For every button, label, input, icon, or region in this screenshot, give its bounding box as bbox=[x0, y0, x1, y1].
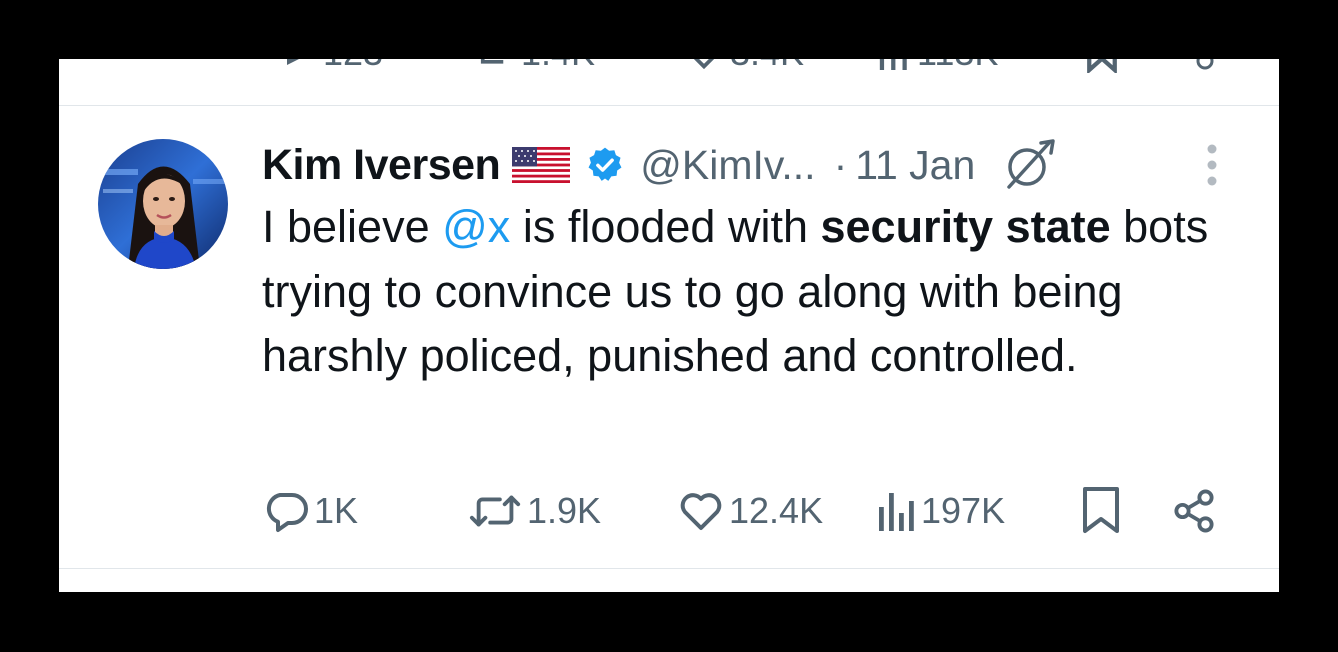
mention-link[interactable]: @x bbox=[442, 201, 510, 252]
tweet-header: Kim Iversen @KimIv... · 11 Jan bbox=[262, 137, 1057, 193]
prev-share-button[interactable] bbox=[1193, 59, 1217, 73]
verified-badge-icon bbox=[588, 147, 622, 181]
divider-bottom bbox=[59, 568, 1279, 569]
tweet-text-bold: security state bbox=[820, 201, 1111, 252]
reply-button[interactable]: 1K bbox=[262, 484, 358, 538]
prev-reply-count: 123 bbox=[323, 59, 383, 74]
avatar[interactable] bbox=[98, 139, 228, 269]
bookmark-icon bbox=[1087, 59, 1117, 73]
views-icon bbox=[879, 493, 914, 531]
timeline-panel: 123 1.4K 3.4K 113K bbox=[59, 59, 1279, 592]
view-count: 197K bbox=[921, 490, 1006, 531]
prev-bookmark-button[interactable] bbox=[1085, 59, 1119, 73]
views-icon bbox=[879, 59, 907, 70]
prev-like-button[interactable]: 3.4K bbox=[684, 59, 804, 73]
like-count: 12.4K bbox=[729, 490, 824, 531]
tweet-text: I believe @x is flooded with security st… bbox=[262, 195, 1222, 389]
prev-views-button[interactable]: 113K bbox=[877, 59, 998, 73]
repost-icon bbox=[469, 495, 521, 527]
prev-repost-count: 1.4K bbox=[521, 59, 595, 74]
share-button[interactable] bbox=[1171, 484, 1217, 538]
prev-repost-button[interactable]: 1.4K bbox=[471, 59, 595, 73]
prev-view-count: 113K bbox=[917, 59, 998, 74]
heart-icon bbox=[680, 493, 722, 530]
tweet-text-part1: I believe bbox=[262, 201, 443, 252]
repost-button[interactable]: 1.9K bbox=[469, 484, 601, 538]
tweet-text-part2: is flooded with bbox=[510, 201, 821, 252]
author-handle[interactable]: @KimIv... bbox=[640, 142, 815, 189]
prev-reply-button[interactable]: 123 bbox=[281, 59, 383, 73]
share-icon bbox=[1196, 59, 1214, 70]
share-icon bbox=[1174, 489, 1214, 533]
repost-count: 1.9K bbox=[527, 490, 602, 531]
divider-top bbox=[59, 105, 1279, 106]
bookmark-button[interactable] bbox=[1081, 484, 1121, 538]
bookmark-icon bbox=[1083, 487, 1119, 533]
repost-icon bbox=[480, 59, 504, 64]
grok-icon[interactable] bbox=[1001, 137, 1057, 193]
like-button[interactable]: 12.4K bbox=[677, 484, 823, 538]
tweet-timestamp[interactable]: 11 Jan bbox=[855, 142, 975, 189]
views-button[interactable]: 197K bbox=[877, 484, 1005, 538]
author-name[interactable]: Kim Iversen bbox=[262, 141, 501, 190]
separator-dot: · bbox=[833, 141, 848, 188]
reply-icon bbox=[287, 59, 299, 65]
us-flag-icon bbox=[512, 147, 571, 183]
reply-count: 1K bbox=[314, 490, 359, 531]
previous-tweet-actions: 123 1.4K 3.4K 113K bbox=[59, 59, 1279, 73]
prev-like-count: 3.4K bbox=[730, 59, 804, 74]
tweet-actions: 1K 1.9K 12.4K 197K bbox=[59, 484, 1279, 538]
more-options-icon[interactable] bbox=[1202, 141, 1222, 189]
reply-icon bbox=[266, 493, 308, 532]
heart-icon bbox=[693, 59, 715, 70]
avatar-image bbox=[98, 139, 228, 269]
